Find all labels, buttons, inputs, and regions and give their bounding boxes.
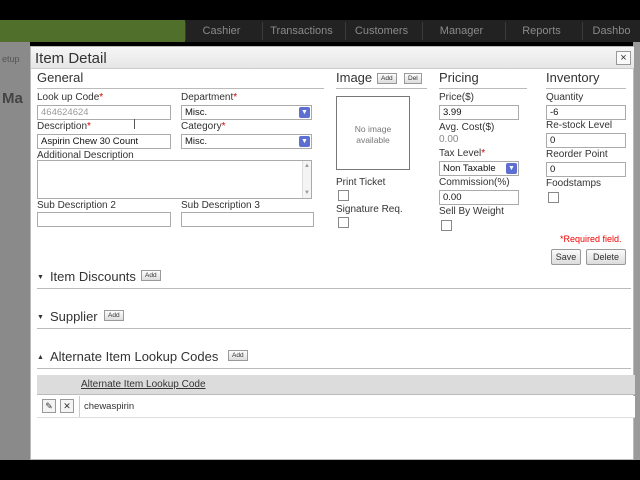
image-section-title: Image (336, 70, 373, 85)
x-icon[interactable]: ✕ (60, 399, 74, 413)
app-sidebar: etup Ma (0, 42, 30, 460)
sidebar-fragment-heading: Ma (2, 90, 23, 107)
pricing-section-title: Pricing (439, 70, 479, 85)
print-ticket-label: Print Ticket (336, 177, 386, 188)
general-section-title: General (37, 70, 84, 85)
additional-description-textarea[interactable]: ▲ ▼ (37, 160, 312, 199)
inventory-divider (546, 88, 626, 89)
foodstamps-checkbox[interactable] (548, 192, 559, 203)
tax-level-select[interactable]: Non Taxable ▼ (439, 161, 519, 176)
quantity-label: Quantity (546, 92, 584, 103)
delete-button[interactable]: Delete (586, 249, 626, 265)
reorder-point-input[interactable]: 0 (546, 162, 626, 177)
signature-required-checkbox[interactable] (338, 217, 349, 228)
lookup-code-input[interactable]: 464624624 (37, 105, 171, 120)
image-delete-button[interactable]: Del (404, 73, 422, 84)
no-image-text: No image available (354, 124, 392, 145)
dialog-title: Item Detail (35, 50, 107, 67)
pricing-divider (439, 88, 527, 89)
price-label: Price($) (439, 92, 475, 103)
foodstamps-label: Foodstamps (546, 178, 602, 189)
avg-cost-value: 0.00 (439, 134, 459, 145)
restock-level-input[interactable]: 0 (546, 133, 626, 148)
item-discounts-divider (37, 288, 631, 289)
signature-required-label: Signature Req. (336, 204, 403, 215)
textarea-scrollbar[interactable]: ▲ ▼ (302, 161, 311, 198)
nav-tab-transactions[interactable]: Transactions (262, 22, 340, 40)
nav-tab-cashier[interactable]: Cashier (185, 22, 257, 40)
sell-by-weight-checkbox[interactable] (441, 220, 452, 231)
nav-brand-area (0, 20, 185, 42)
column-header-alternate-code[interactable]: Alternate Item Lookup Code (81, 379, 206, 390)
save-button[interactable]: Save (551, 249, 581, 265)
department-label: Department* (181, 92, 238, 103)
sidebar-fragment-setup: etup (2, 54, 20, 64)
nav-tab-reports[interactable]: Reports (505, 22, 577, 40)
inventory-section-title: Inventory (546, 70, 600, 85)
reorder-point-label: Reorder Point (546, 149, 608, 160)
sub-description-3-input[interactable] (181, 212, 314, 227)
description-input[interactable]: Aspirin Chew 30 Count (37, 134, 171, 149)
sell-by-weight-label: Sell By Weight (439, 206, 504, 217)
nav-tab-manager[interactable]: Manager (422, 22, 500, 40)
alternate-lookup-toggle[interactable]: ▲ Alternate Item Lookup Codes (37, 349, 218, 364)
general-divider (37, 88, 324, 89)
caret-down-icon: ▼ (37, 314, 44, 322)
lookup-code-label: Look up Code* (37, 92, 104, 103)
category-label: Category* (181, 121, 226, 132)
supplier-divider (37, 328, 631, 329)
nav-tab-dashboard[interactable]: Dashbo (582, 22, 640, 40)
chevron-down-icon: ▼ (506, 163, 517, 174)
sub-description-2-label: Sub Description 2 (37, 200, 116, 211)
pencil-icon[interactable]: ✎ (42, 399, 56, 413)
tax-level-label: Tax Level* (439, 148, 486, 159)
alternate-lookup-divider (37, 368, 631, 369)
description-label: Description* (37, 121, 91, 132)
supplier-add-button[interactable]: Add (104, 310, 124, 321)
required-field-note: *Required field. (560, 234, 622, 244)
app-top-nav: Cashier Transactions Customers Manager R… (0, 20, 640, 42)
avg-cost-label: Avg. Cost($) (439, 122, 495, 133)
alternate-lookup-add-button[interactable]: Add (228, 350, 248, 361)
restock-level-label: Re-stock Level (546, 120, 613, 131)
chevron-down-icon: ▼ (299, 136, 310, 147)
close-button[interactable]: × (616, 51, 631, 65)
nav-tab-customers[interactable]: Customers (345, 22, 417, 40)
caret-up-icon: ▲ (37, 354, 44, 362)
item-discounts-add-button[interactable]: Add (141, 270, 161, 281)
alternate-lookup-table-header: Alternate Item Lookup Code (37, 375, 635, 395)
price-input[interactable]: 3.99 (439, 105, 519, 120)
table-row: ✎ ✕ chewaspirin (37, 396, 635, 418)
item-discounts-toggle[interactable]: ▼ Item Discounts (37, 269, 136, 284)
text-cursor-icon (134, 119, 135, 129)
image-add-button[interactable]: Add (377, 73, 397, 84)
sub-description-2-input[interactable] (37, 212, 171, 227)
screen: Cashier Transactions Customers Manager R… (0, 0, 640, 480)
commission-input[interactable]: 0.00 (439, 190, 519, 205)
supplier-toggle[interactable]: ▼ Supplier (37, 309, 98, 324)
scroll-up-icon[interactable]: ▲ (304, 163, 310, 169)
category-select[interactable]: Misc. ▼ (181, 134, 312, 149)
item-detail-dialog: Item Detail × General Look up Code* 4646… (30, 46, 635, 460)
print-ticket-checkbox[interactable] (338, 190, 349, 201)
scroll-down-icon[interactable]: ▼ (304, 190, 310, 196)
column-divider (79, 396, 80, 417)
department-select[interactable]: Misc. ▼ (181, 105, 312, 120)
alternate-code-cell: chewaspirin (84, 401, 135, 412)
commission-label: Commission(%) (439, 177, 510, 188)
dialog-header: Item Detail × (31, 47, 634, 69)
caret-down-icon: ▼ (37, 274, 44, 282)
sub-description-3-label: Sub Description 3 (181, 200, 260, 211)
item-image-placeholder: No image available (336, 96, 410, 170)
chevron-down-icon: ▼ (299, 107, 310, 118)
image-divider (336, 88, 427, 89)
quantity-input[interactable]: -6 (546, 105, 626, 120)
